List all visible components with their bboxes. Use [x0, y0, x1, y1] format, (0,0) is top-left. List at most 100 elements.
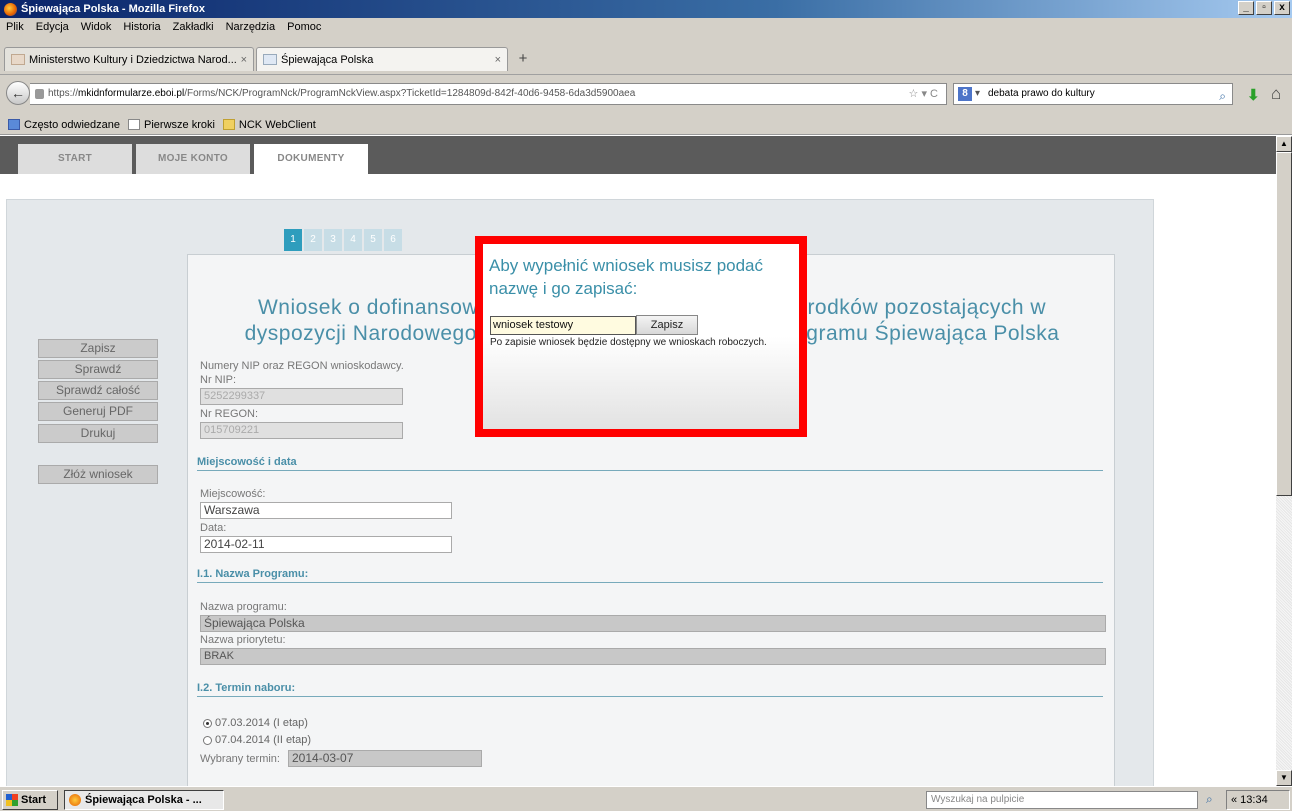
bookmark-star-icon[interactable]: ☆ ▾ C: [909, 84, 938, 104]
nip-label: Nr NIP:: [200, 374, 237, 386]
step-6[interactable]: 6: [384, 229, 402, 251]
page-favicon-icon: [11, 54, 25, 65]
step-3[interactable]: 3: [324, 229, 342, 251]
menu-plik[interactable]: Plik: [6, 21, 24, 33]
bookmark-label: Często odwiedzane: [24, 118, 121, 131]
menu-edycja[interactable]: Edycja: [36, 21, 69, 33]
tab-bar: Ministerstwo Kultury i Dziedzictwa Narod…: [0, 35, 1292, 75]
tab-label: Ministerstwo Kultury i Dziedzictwa Narod…: [29, 53, 237, 66]
page-favicon-icon: [263, 54, 277, 65]
scrollbar-thumb[interactable]: [1276, 152, 1292, 496]
nav-start[interactable]: START: [18, 144, 132, 174]
window-controls: _ ▫ x: [1238, 1, 1290, 15]
regon-label: Nr REGON:: [200, 408, 259, 420]
home-icon[interactable]: ⌂: [1271, 84, 1281, 104]
taskbar-item-firefox[interactable]: Śpiewająca Polska - ...: [64, 790, 224, 810]
term-option-2-label: 07.04.2014 (II etap): [215, 734, 312, 746]
url-path: /Forms/NCK/ProgramNck/ProgramNckView.asp…: [184, 88, 636, 99]
scroll-up-icon[interactable]: ▲: [1276, 136, 1292, 152]
date-label: Data:: [200, 522, 227, 534]
desktop-search-input[interactable]: Wyszukaj na pulpicie: [926, 791, 1198, 809]
back-button[interactable]: ←: [6, 81, 30, 105]
search-icon[interactable]: ⌕: [1219, 86, 1226, 106]
menu-pomoc[interactable]: Pomoc: [287, 21, 321, 33]
section-place-date: Miejscowość i data: [197, 456, 1103, 471]
navigation-bar: ← https://mkidnformularze.eboi.pl/Forms/…: [0, 75, 1292, 115]
firefox-icon: [69, 794, 81, 806]
place-label: Miejscowość:: [200, 488, 266, 500]
search-engine-icon[interactable]: 8: [958, 87, 972, 101]
tab-ministerstwo[interactable]: Ministerstwo Kultury i Dziedzictwa Narod…: [4, 47, 254, 71]
url-host: mkidnformularze.eboi.pl: [78, 88, 185, 99]
url-bar[interactable]: https://mkidnformularze.eboi.pl/Forms/NC…: [30, 83, 947, 105]
radio-selected-icon[interactable]: [203, 718, 212, 728]
scroll-down-icon[interactable]: ▼: [1276, 770, 1292, 786]
tab-close-icon[interactable]: ×: [495, 54, 501, 66]
bookmark-label: NCK WebClient: [238, 118, 316, 131]
taskbar-item-label: Śpiewająca Polska - ...: [85, 794, 202, 806]
search-icon[interactable]: ⌕: [1206, 792, 1213, 807]
menu-widok[interactable]: Widok: [81, 21, 112, 33]
search-value: debata prawo do kultury: [988, 88, 1095, 99]
check-button[interactable]: Sprawdź: [38, 360, 158, 379]
application-name-input[interactable]: wniosek testowy: [490, 316, 636, 335]
term-option-1[interactable]: 07.03.2014 (I etap): [203, 717, 308, 729]
date-field[interactable]: 2014-02-11: [200, 536, 452, 553]
url-scheme: https://: [48, 88, 79, 99]
priority-label: Nazwa priorytetu:: [200, 634, 286, 646]
close-button[interactable]: x: [1274, 1, 1290, 15]
nip-field: 5252299337: [200, 388, 403, 405]
windows-logo-icon: [6, 794, 18, 806]
folder-icon: [222, 119, 235, 130]
nav-moje-konto[interactable]: MOJE KONTO: [136, 144, 250, 174]
menu-zakladki[interactable]: Zakładki: [173, 21, 214, 33]
bookmark-czesto-odwiedzane[interactable]: Często odwiedzane: [8, 119, 120, 131]
new-tab-button[interactable]: +: [512, 49, 534, 69]
step-2[interactable]: 2: [304, 229, 322, 251]
bookmark-nck-webclient[interactable]: NCK WebClient: [222, 118, 316, 131]
program-label: Nazwa programu:: [200, 601, 287, 613]
step-4[interactable]: 4: [344, 229, 362, 251]
vertical-scrollbar[interactable]: ▲ ▼: [1276, 136, 1292, 786]
selected-term-label: Wybrany termin:: [200, 753, 280, 765]
selected-term-field: 2014-03-07: [288, 750, 482, 767]
nav-dokumenty[interactable]: DOKUMENTY: [254, 144, 368, 174]
lock-icon: [35, 89, 44, 99]
menu-historia[interactable]: Historia: [123, 21, 160, 33]
dialog-save-button[interactable]: Zapisz: [636, 315, 698, 335]
step-1[interactable]: 1: [284, 229, 302, 251]
submit-application-button[interactable]: Złóż wniosek: [38, 465, 158, 484]
site-navigation: START MOJE KONTO DOKUMENTY: [0, 136, 1276, 174]
bookmarks-bar: Często odwiedzane Pierwsze kroki NCK Web…: [0, 115, 1292, 135]
menu-narzedzia[interactable]: Narzędzia: [226, 21, 276, 33]
taskbar: Start Śpiewająca Polska - ... Wyszukaj n…: [0, 786, 1292, 811]
section-program-name: I.1. Nazwa Programu:: [197, 568, 1103, 583]
firefox-icon: [4, 2, 17, 16]
print-button[interactable]: Drukuj: [38, 424, 158, 443]
step-5[interactable]: 5: [364, 229, 382, 251]
download-icon[interactable]: ⬇: [1247, 86, 1260, 104]
maximize-button[interactable]: ▫: [1256, 1, 1272, 15]
tab-spiewajaca-polska[interactable]: Śpiewająca Polska ×: [256, 47, 508, 71]
chevron-down-icon[interactable]: ▾: [975, 84, 980, 104]
page-icon: [128, 119, 141, 130]
place-field[interactable]: Warszawa: [200, 502, 452, 519]
radio-icon[interactable]: [203, 735, 212, 745]
priority-field: BRAK: [200, 648, 1106, 665]
tab-close-icon[interactable]: ×: [241, 54, 247, 66]
save-button[interactable]: Zapisz: [38, 339, 158, 358]
check-all-button[interactable]: Sprawdź całość: [38, 381, 158, 400]
term-option-1-label: 07.03.2014 (I etap): [215, 717, 308, 729]
save-name-dialog: Aby wypełnić wniosek musisz podać nazwę …: [475, 236, 807, 437]
bookmark-icon: [8, 119, 20, 130]
term-option-2[interactable]: 07.04.2014 (II etap): [203, 734, 311, 746]
start-label: Start: [21, 794, 47, 806]
window-title: Śpiewająca Polska - Mozilla Firefox: [21, 3, 206, 15]
generate-pdf-button[interactable]: Generuj PDF: [38, 402, 158, 421]
start-button[interactable]: Start: [2, 790, 58, 810]
page-viewport: START MOJE KONTO DOKUMENTY 1 2 3 4 5 6 W…: [0, 136, 1276, 786]
minimize-button[interactable]: _: [1238, 1, 1254, 15]
dialog-title: Aby wypełnić wniosek musisz podać nazwę …: [489, 256, 764, 298]
search-bar[interactable]: 8 ▾ debata prawo do kultury ⌕: [953, 83, 1233, 105]
bookmark-pierwsze-kroki[interactable]: Pierwsze kroki: [128, 119, 215, 131]
